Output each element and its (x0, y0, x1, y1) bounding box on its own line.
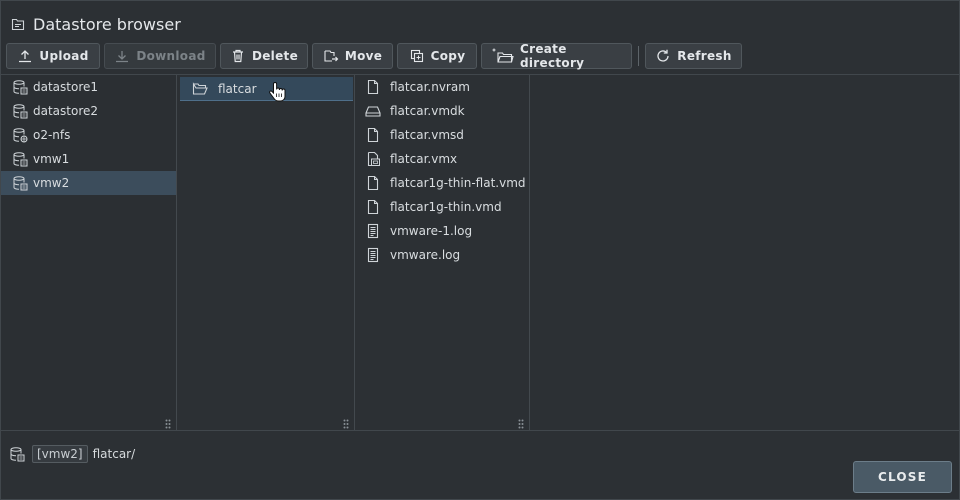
log-file-icon (365, 247, 381, 263)
file-label: vmware.log (390, 248, 461, 262)
file-item[interactable]: flatcar.vmsd (355, 123, 529, 147)
file-item[interactable]: flatcar.nvram (355, 75, 529, 99)
hand-pointer-icon (269, 81, 287, 103)
refresh-label: Refresh (677, 49, 732, 63)
file-label: flatcar.vmsd (390, 128, 464, 142)
datastore-item[interactable]: vmw1 (1, 147, 176, 171)
datastore-list: datastore1 datastore2 o2-nfs vmw1 vmw2 (1, 75, 177, 430)
file-list: flatcar.nvram flatcar.vmdk flatcar.vmsd … (355, 75, 530, 430)
new-folder-icon (492, 48, 514, 64)
datastore-label: vmw2 (33, 176, 70, 190)
toolbar-separator (638, 46, 639, 66)
create-directory-button[interactable]: Create directory (481, 42, 632, 70)
refresh-button[interactable]: Refresh (645, 43, 742, 69)
folder-item-selected[interactable]: flatcar (180, 77, 353, 101)
refresh-icon (655, 48, 671, 64)
current-path-bar: [vmw2] flatcar/ (9, 444, 135, 464)
column-resize-handle[interactable] (343, 414, 349, 429)
folder-open-icon (192, 81, 208, 97)
delete-button[interactable]: Delete (220, 43, 308, 69)
log-file-icon (365, 223, 381, 239)
toolbar: Upload Download Delete Move Copy Create … (6, 42, 746, 70)
trash-icon (230, 48, 246, 64)
datastore-item[interactable]: datastore2 (1, 99, 176, 123)
datastore-icon (12, 175, 28, 191)
datastore-browser-icon (11, 17, 25, 31)
vm-config-icon (365, 151, 381, 167)
file-label: flatcar1g-thin.vmd (390, 200, 502, 214)
path-text: flatcar/ (92, 447, 136, 461)
move-label: Move (344, 49, 383, 63)
file-label: flatcar.vmdk (390, 104, 465, 118)
file-item[interactable]: vmware-1.log (355, 219, 529, 243)
create-directory-label: Create directory (520, 42, 585, 70)
delete-label: Delete (251, 49, 299, 63)
datastore-icon (12, 79, 28, 95)
file-item[interactable]: vmware.log (355, 243, 529, 267)
dialog-header: Datastore browser (11, 13, 181, 35)
datastore-icon (9, 446, 25, 462)
file-icon (365, 199, 381, 215)
download-label: Download (136, 49, 206, 63)
copy-label: Copy (430, 49, 466, 63)
move-button[interactable]: Move (312, 43, 393, 69)
dialog-title: Datastore browser (33, 14, 181, 34)
upload-icon (17, 48, 33, 64)
file-item[interactable]: flatcar.vmdk (355, 99, 529, 123)
datastore-item[interactable]: o2-nfs (1, 123, 176, 147)
download-icon (114, 48, 130, 64)
browser-columns: datastore1 datastore2 o2-nfs vmw1 vmw2 f… (1, 75, 960, 430)
disk-icon (365, 103, 381, 119)
column-resize-handle[interactable] (518, 414, 524, 429)
datastore-icon (12, 151, 28, 167)
close-button[interactable]: CLOSE (853, 461, 952, 493)
datastore-icon (12, 103, 28, 119)
folder-label: flatcar (218, 81, 257, 96)
file-icon (365, 127, 381, 143)
column-resize-handle[interactable] (165, 414, 171, 429)
path-datastore-tag: [vmw2] (32, 445, 88, 463)
copy-icon (409, 48, 425, 64)
nfs-datastore-icon (12, 127, 28, 143)
file-item[interactable]: flatcar1g-thin.vmd (355, 195, 529, 219)
datastore-label: datastore2 (33, 104, 99, 118)
datastore-item-selected[interactable]: vmw2 (1, 171, 176, 195)
datastore-label: datastore1 (33, 80, 99, 94)
datastore-browser-dialog: Datastore browser Upload Download Delete… (0, 0, 960, 500)
upload-button[interactable]: Upload (6, 43, 100, 69)
copy-button[interactable]: Copy (397, 43, 477, 69)
empty-column (530, 75, 960, 430)
file-item[interactable]: flatcar1g-thin-flat.vmd (355, 171, 529, 195)
file-label: flatcar1g-thin-flat.vmd (390, 176, 526, 190)
move-icon (323, 48, 339, 64)
datastore-label: o2-nfs (33, 128, 71, 142)
file-icon (365, 79, 381, 95)
upload-label: Upload (39, 49, 89, 63)
file-label: flatcar.nvram (390, 80, 470, 94)
file-label: vmware-1.log (390, 224, 473, 238)
file-label: flatcar.vmx (390, 152, 458, 166)
file-item[interactable]: flatcar.vmx (355, 147, 529, 171)
datastore-label: vmw1 (33, 152, 70, 166)
footer-divider (1, 430, 960, 431)
datastore-item[interactable]: datastore1 (1, 75, 176, 99)
folder-list: flatcar (177, 75, 355, 430)
file-icon (365, 175, 381, 191)
download-button[interactable]: Download (104, 43, 216, 69)
